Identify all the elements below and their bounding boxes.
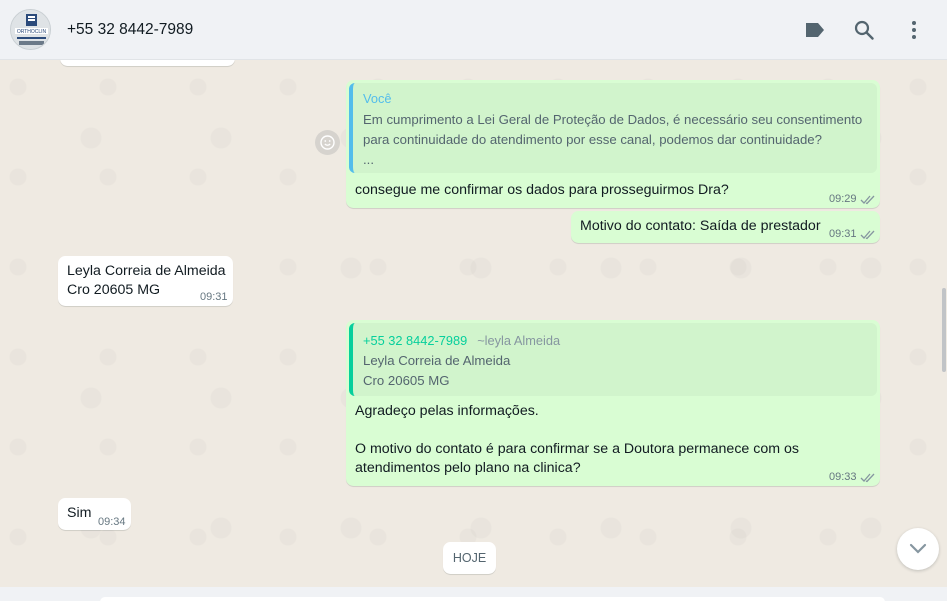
contact-name[interactable]: +55 32 8442-7989 bbox=[67, 21, 193, 39]
message-time: 09:34 bbox=[98, 516, 126, 528]
quote-author: Você bbox=[363, 91, 392, 106]
message-time: 09:31 bbox=[200, 291, 228, 303]
contact-avatar[interactable]: ORTHOCLIN bbox=[10, 9, 51, 50]
chat-scrollbar[interactable] bbox=[942, 288, 946, 372]
message-time-status: 09:31 bbox=[829, 225, 876, 244]
quote-text-line: Leyla Correia de Almeida bbox=[363, 353, 511, 368]
emoji-icon[interactable] bbox=[315, 130, 340, 155]
message-bubble-outgoing[interactable]: Motivo do contato: Saída de prestador 09… bbox=[571, 211, 880, 243]
chat-header: ORTHOCLIN +55 32 8442-7989 bbox=[0, 0, 947, 60]
message-time: 09:29 bbox=[829, 193, 857, 205]
scroll-down-button[interactable] bbox=[897, 528, 939, 570]
message-text-line: atendimentos pelo plano na clinica? bbox=[355, 460, 581, 476]
message-time: 09:33 bbox=[829, 471, 857, 483]
message-text: Sim bbox=[67, 505, 92, 521]
message-text-line: O motivo do contato é para confirmar se … bbox=[355, 441, 799, 457]
message-input[interactable] bbox=[100, 597, 885, 601]
search-icon[interactable] bbox=[852, 18, 876, 42]
message-time-status: 09:33 bbox=[829, 468, 876, 487]
read-ticks-icon bbox=[860, 230, 875, 240]
compose-bar bbox=[0, 587, 947, 601]
read-ticks-icon bbox=[860, 195, 875, 205]
quote-author: +55 32 8442-7989 bbox=[363, 333, 468, 348]
message-bubble-incoming[interactable]: Sim 09:34 bbox=[58, 498, 131, 530]
quote-text-line: Em cumprimento a Lei Geral de Proteção d… bbox=[363, 112, 863, 127]
message-text: Motivo do contato: Saída de prestador bbox=[580, 218, 821, 234]
chat-area[interactable]: Você Em cumprimento a Lei Geral de Prote… bbox=[0, 60, 947, 587]
quote-text-line: Cro 20605 MG bbox=[363, 373, 450, 388]
date-divider: HOJE bbox=[443, 542, 496, 574]
message-time: 09:31 bbox=[829, 228, 857, 240]
message-bubble-incoming[interactable]: Leyla Correia de Almeida Cro 20605 MG 09… bbox=[58, 256, 233, 306]
message-text: consegue me confirmar os dados para pros… bbox=[355, 182, 729, 198]
quoted-message[interactable]: Você Em cumprimento a Lei Geral de Prote… bbox=[349, 83, 877, 173]
label-icon[interactable] bbox=[803, 18, 827, 42]
message-text-line: Agradeço pelas informações. bbox=[355, 403, 539, 419]
message-text-line: Leyla Correia de Almeida bbox=[67, 263, 226, 279]
quote-text-line: para continuidade do atendimento por ess… bbox=[363, 132, 822, 147]
previous-message-bubble bbox=[60, 60, 235, 66]
read-ticks-icon bbox=[860, 473, 875, 483]
quoted-message[interactable]: +55 32 8442-7989 ~leyla Almeida Leyla Co… bbox=[349, 323, 877, 396]
quote-author-name: ~leyla Almeida bbox=[477, 333, 561, 348]
quote-text-line: ... bbox=[363, 152, 374, 167]
message-time-status: 09:29 bbox=[829, 190, 876, 209]
chevron-down-icon bbox=[909, 543, 927, 554]
message-bubble-outgoing[interactable]: Você Em cumprimento a Lei Geral de Prote… bbox=[346, 80, 880, 208]
message-bubble-outgoing[interactable]: +55 32 8442-7989 ~leyla Almeida Leyla Co… bbox=[346, 320, 880, 486]
svg-text:ORTHOCLIN: ORTHOCLIN bbox=[17, 29, 47, 35]
menu-icon[interactable] bbox=[902, 18, 926, 42]
